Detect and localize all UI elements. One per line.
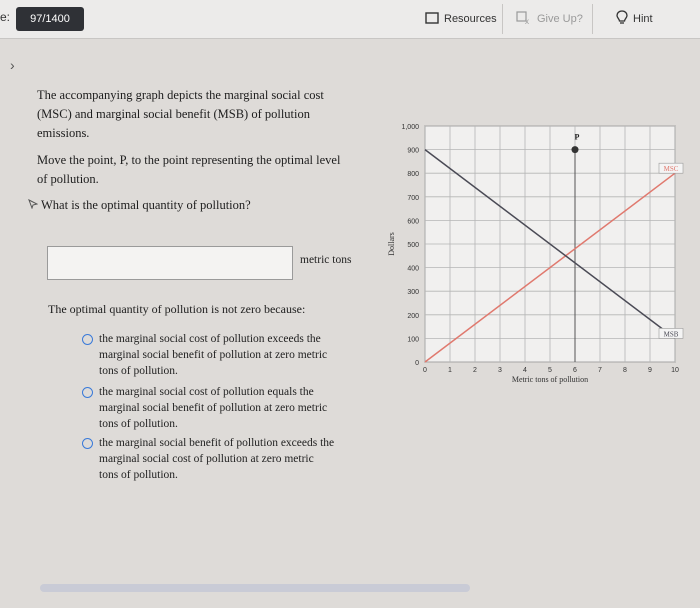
option-line: tons of pollution. <box>99 469 178 481</box>
chevron-right-icon[interactable]: › <box>10 57 15 73</box>
x-tick-label: 3 <box>498 367 502 374</box>
toolbar-divider <box>592 4 593 34</box>
point-label: P <box>575 133 580 142</box>
hint-button[interactable]: Hint <box>616 6 653 32</box>
lightbulb-icon <box>616 9 628 29</box>
x-tick-label: 10 <box>671 367 679 374</box>
y-tick-label: 100 <box>407 336 419 343</box>
y-tick-label: 600 <box>407 218 419 225</box>
y-tick-label: 200 <box>407 313 419 320</box>
option-line: marginal social cost of pollution at zer… <box>99 453 314 465</box>
question-progress: 97/1400 <box>16 7 84 31</box>
give-up-label: Give Up? <box>537 13 583 25</box>
instruction-line: of pollution. <box>37 172 99 186</box>
option-line: the marginal social cost of pollution ex… <box>99 333 321 345</box>
x-tick-label: 9 <box>648 367 652 374</box>
x-tick-label: 8 <box>623 367 627 374</box>
y-tick-label: 400 <box>407 266 419 273</box>
y-tick-label: 1,000 <box>401 124 419 131</box>
option-line: marginal social benefit of pollution at … <box>99 349 328 361</box>
point-p[interactable] <box>571 146 579 154</box>
toolbar-divider <box>502 4 503 34</box>
x-tick-label: 2 <box>473 367 477 374</box>
intro-line: emissions. <box>37 126 90 140</box>
edge-text: e: <box>0 10 11 24</box>
book-icon <box>425 11 439 27</box>
x-tick-label: 1 <box>448 367 452 374</box>
option-cost-exceeds-benefit[interactable]: the marginal social cost of pollution ex… <box>82 331 369 379</box>
y-tick-label: 500 <box>407 242 419 249</box>
top-toolbar: e: 97/1400 Resources x Give Up? Hint <box>0 0 700 39</box>
bottom-scrollbar[interactable] <box>40 584 470 592</box>
question-panel: › The accompanying graph depicts the mar… <box>0 39 700 608</box>
x-tick-label: 6 <box>573 367 577 374</box>
reason-prompt: The optimal quantity of pollution is not… <box>48 302 306 316</box>
option-text: the marginal social benefit of pollution… <box>99 435 369 483</box>
option-line: the marginal social benefit of pollution… <box>99 437 335 449</box>
option-text: the marginal social cost of pollution ex… <box>99 331 369 379</box>
x-tick-label: 4 <box>523 367 527 374</box>
y-tick-label: 0 <box>415 360 419 367</box>
svg-text:x: x <box>525 17 529 25</box>
prompt-text: What is the optimal quantity of pollutio… <box>41 198 251 212</box>
resources-label: Resources <box>444 13 497 25</box>
question-instruction: Move the point, P, to the point represen… <box>37 151 340 189</box>
x-tick-label: 0 <box>423 367 427 374</box>
cursor-icon <box>28 196 39 215</box>
x-tick-label: 7 <box>598 367 602 374</box>
give-up-button[interactable]: x Give Up? <box>516 6 583 32</box>
question-intro: The accompanying graph depicts the margi… <box>37 86 324 143</box>
intro-line: The accompanying graph depicts the margi… <box>37 88 324 102</box>
option-cost-equals-benefit[interactable]: the marginal social cost of pollution eq… <box>82 384 369 432</box>
x-axis-label: Metric tons of pollution <box>512 375 588 384</box>
resources-button[interactable]: Resources <box>425 6 497 32</box>
y-axis-label: Dollars <box>387 232 396 256</box>
instruction-line: Move the point, P, to the point represen… <box>37 153 341 167</box>
y-tick-label: 900 <box>407 148 419 155</box>
option-text: the marginal social cost of pollution eq… <box>99 384 369 432</box>
intro-line: (MSC) and marginal social benefit (MSB) … <box>37 107 310 121</box>
y-tick-label: 300 <box>407 289 419 296</box>
option-line: tons of pollution. <box>99 365 178 377</box>
option-line: tons of pollution. <box>99 418 178 430</box>
option-benefit-exceeds-cost[interactable]: the marginal social benefit of pollution… <box>82 435 369 483</box>
give-up-icon: x <box>516 10 532 28</box>
unit-label: metric tons <box>300 254 352 266</box>
radio-button[interactable] <box>82 387 93 398</box>
series-label-msc: MSC <box>664 165 679 173</box>
question-prompt: What is the optimal quantity of pollutio… <box>28 196 251 215</box>
option-line: marginal social benefit of pollution at … <box>99 402 328 414</box>
radio-button[interactable] <box>82 438 93 449</box>
option-line: the marginal social cost of pollution eq… <box>99 386 314 398</box>
x-tick-label: 5 <box>548 367 552 374</box>
y-tick-label: 800 <box>407 171 419 178</box>
y-tick-label: 700 <box>407 195 419 202</box>
series-label-msb: MSB <box>664 330 679 338</box>
hint-label: Hint <box>633 13 653 25</box>
radio-button[interactable] <box>82 334 93 345</box>
quantity-answer-input[interactable] <box>47 246 293 280</box>
pollution-chart: 0 100 200 300 400 500 600 700 800 900 1,000 0 1 2 3 4 5 6… <box>387 124 684 384</box>
